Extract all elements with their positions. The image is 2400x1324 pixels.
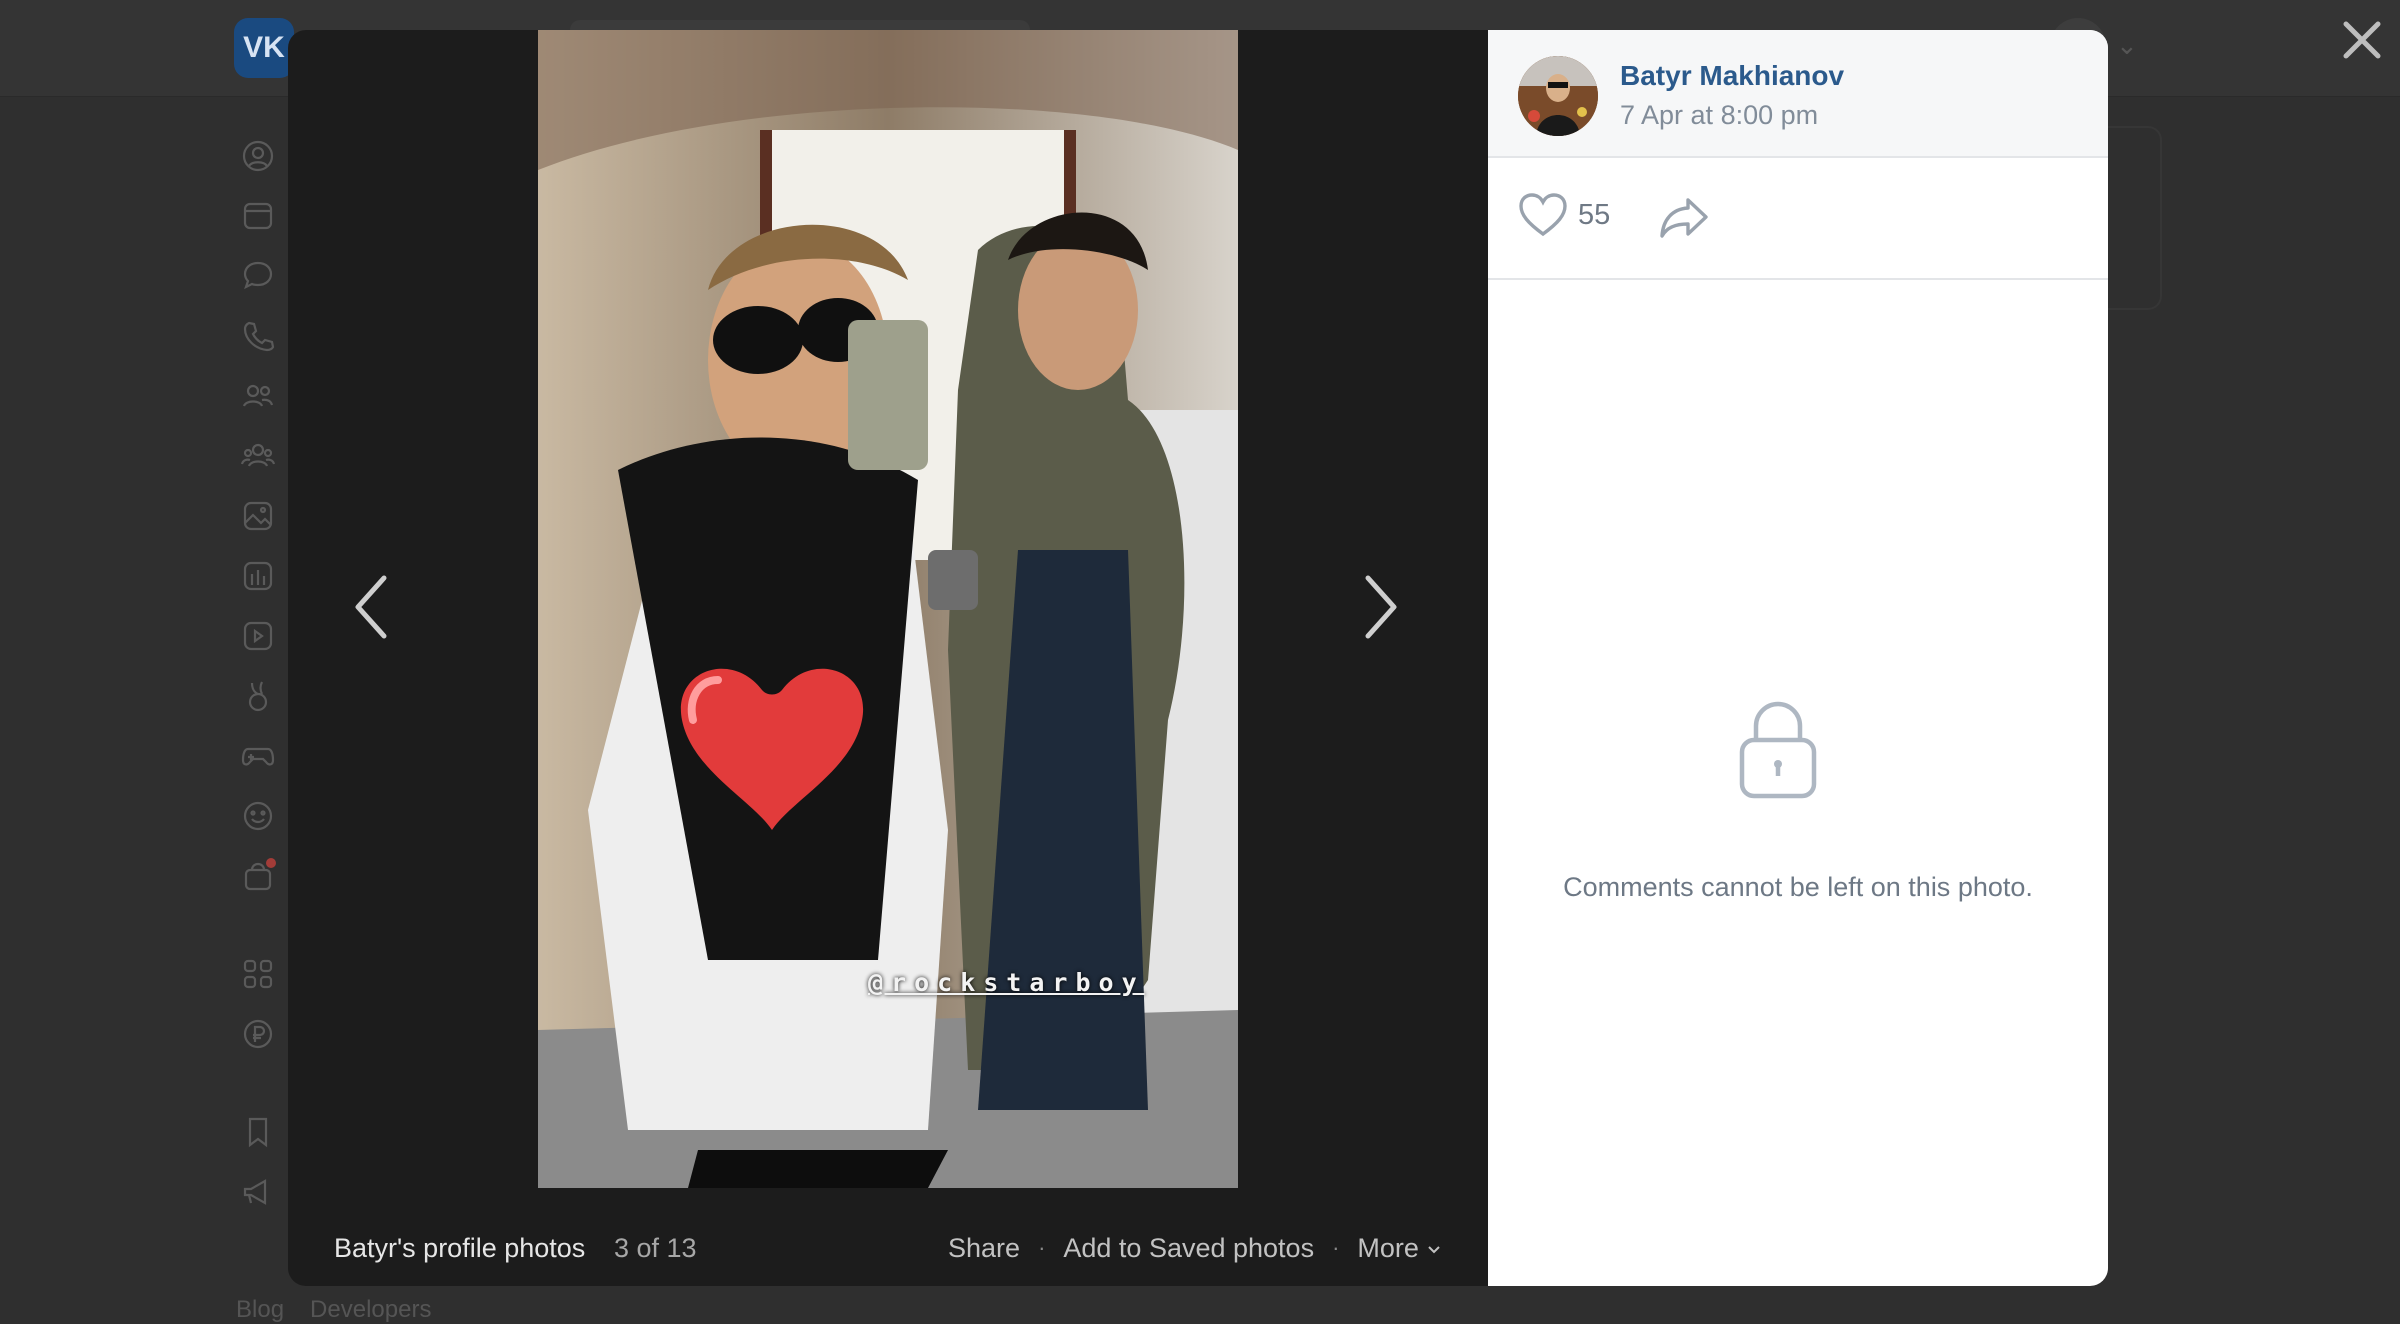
separator-dot: · [1332,1235,1340,1260]
footer-link-blog: Blog [236,1296,285,1323]
background-footer: Blog Developers [236,1296,457,1324]
viewer-bottom-bar: Batyr's profile photos 3 of 13 Share · A… [288,1210,1488,1286]
author-avatar[interactable] [1518,56,1598,136]
previous-photo-button[interactable] [336,562,406,652]
communities-icon [236,434,280,478]
ads-icon [236,1170,280,1214]
clips-icon [236,674,280,718]
author-name-link[interactable]: Batyr Makhianov [1620,60,1844,92]
photo[interactable]: @rockstarboy [538,30,1238,1188]
vk-logo: VK [234,18,294,78]
author-header: Batyr Makhianov 7 Apr at 8:00 pm [1488,30,2108,158]
close-viewer-button[interactable] [2338,16,2386,64]
album-title-link[interactable]: Batyr's profile photos [334,1233,585,1264]
video-icon [236,614,280,658]
messages-icon [236,254,280,298]
background-card [2100,126,2162,310]
stickers-icon [236,794,280,838]
add-to-saved-photos-link[interactable]: Add to Saved photos [1063,1233,1314,1264]
apps-icon [236,952,280,996]
reaction-bar: 55 [1488,158,2108,280]
market-icon [236,854,280,898]
more-label: More [1357,1232,1419,1263]
chevron-right-icon [1365,575,1397,639]
photo-viewer: @rockstarboy Batyr's profile photos 3 of… [288,30,2108,1286]
chevron-left-icon [355,575,387,639]
background-chevron-down-icon: ⌄ [2116,30,2138,60]
news-icon [236,194,280,238]
photo-image [538,30,1238,1188]
photos-icon [236,494,280,538]
close-icon [2343,21,2381,59]
profile-icon [236,134,280,178]
avatar-image [1518,56,1598,136]
share-link[interactable]: Share [948,1233,1020,1264]
photo-watermark: @rockstarboy [868,968,1145,997]
photo-counter: 3 of 13 [614,1232,697,1263]
post-date[interactable]: 7 Apr at 8:00 pm [1620,100,1818,131]
photo-area: @rockstarboy Batyr's profile photos 3 of… [288,30,1488,1286]
music-icon [236,554,280,598]
like-count: 55 [1578,198,1611,231]
bookmarks-icon [236,1110,280,1154]
footer-link-developers: Developers [310,1296,432,1323]
photo-info-panel: Batyr Makhianov 7 Apr at 8:00 pm 55 Comm… [1488,30,2108,1286]
payments-icon [236,1012,280,1056]
chevron-down-icon [1428,1246,1440,1254]
lock-icon [1736,698,1820,800]
more-menu-button[interactable]: More [1357,1233,1441,1264]
share-arrow-icon [1660,198,1708,238]
share-button[interactable] [1658,194,1710,240]
games-icon [236,734,280,778]
calls-icon [236,314,280,358]
comments-disabled-message: Comments cannot be left on this photo. [1563,872,2033,902]
heart-icon [1519,193,1567,237]
separator-dot: · [1038,1235,1046,1260]
photo-actions: Share · Add to Saved photos · More [948,1233,1441,1264]
like-button[interactable]: 55 [1518,192,1610,238]
friends-icon [236,374,280,418]
next-photo-button[interactable] [1346,562,1416,652]
